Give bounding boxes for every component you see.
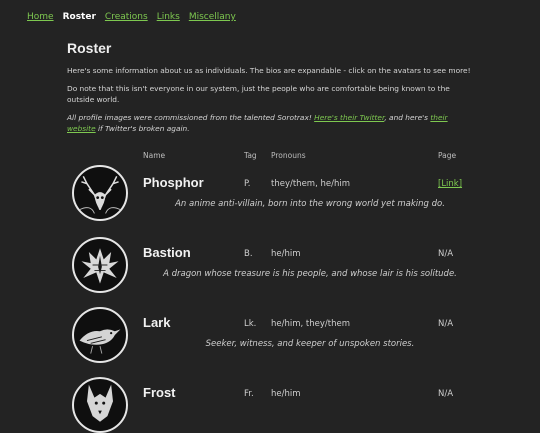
credit-middle: , and here's [384, 113, 431, 122]
intro-text: Here's some information about us as indi… [67, 66, 471, 75]
member-bio: An anime anti-villain, born into the wro… [175, 199, 445, 209]
avatar-frost[interactable] [72, 377, 128, 433]
member-name: Phosphor [143, 175, 204, 190]
member-pronouns: they/them, he/him [271, 179, 350, 189]
header-tag: Tag [244, 151, 257, 160]
header-page: Page [438, 151, 457, 160]
member-name: Bastion [143, 245, 191, 260]
credit-text: All profile images were commissioned fro… [67, 112, 477, 134]
page-title: Roster [67, 40, 112, 56]
nav-roster[interactable]: Roster [63, 12, 96, 22]
main-content: Roster Here's some information about us … [67, 40, 477, 134]
member-pronouns: he/him [271, 249, 301, 259]
wolf-icon [87, 384, 113, 422]
member-page: [Link] [438, 179, 462, 189]
nav-links[interactable]: Links [157, 12, 180, 22]
member-page: N/A [438, 249, 454, 259]
member-page: N/A [438, 389, 454, 399]
avatar-lark[interactable] [72, 307, 128, 363]
header-name: Name [143, 151, 166, 160]
avatar-phosphor[interactable] [72, 165, 128, 221]
nav-miscellany[interactable]: Miscellany [189, 12, 236, 22]
member-tag: P. [244, 179, 251, 189]
nav-creations[interactable]: Creations [105, 12, 148, 22]
deer-skull-icon [79, 175, 121, 214]
nav-home[interactable]: Home [27, 12, 54, 22]
credit-suffix: if Twitter's broken again. [95, 124, 190, 133]
top-nav: Home Roster Creations Links Miscellany [27, 12, 245, 22]
header-pronouns: Pronouns [271, 151, 306, 160]
dragon-icon [81, 248, 119, 284]
twitter-link[interactable]: Here's their Twitter [314, 113, 384, 122]
member-name: Lark [143, 315, 171, 330]
member-name: Frost [143, 385, 176, 400]
member-bio: A dragon whose treasure is his people, a… [163, 269, 457, 279]
member-tag: Fr. [244, 389, 254, 399]
member-tag: B. [244, 249, 253, 259]
note-text: Do note that this isn't everyone in our … [67, 84, 450, 104]
member-bio: Seeker, witness, and keeper of unspoken … [205, 339, 415, 349]
raven-icon [79, 329, 121, 354]
member-page: N/A [438, 319, 454, 329]
member-page-link[interactable]: [Link] [438, 179, 462, 189]
member-tag: Lk. [244, 319, 257, 329]
member-pronouns: he/him [271, 389, 301, 399]
credit-prefix: All profile images were commissioned fro… [67, 113, 315, 122]
member-pronouns: he/him, they/them [271, 319, 350, 329]
avatar-bastion[interactable] [72, 237, 128, 293]
